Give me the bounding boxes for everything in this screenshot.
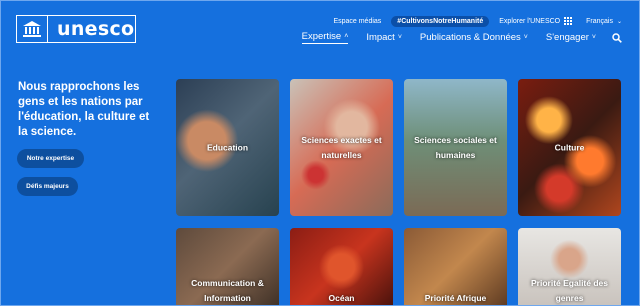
card-africa[interactable]: Priorité Afrique [404, 228, 507, 306]
language-selector[interactable]: Français ⌄ [586, 18, 622, 25]
explore-link[interactable]: Explorer l'UNESCO [499, 17, 573, 25]
card-label: Océan [328, 293, 355, 303]
our-expertise-button[interactable]: Notre expertise [17, 149, 84, 168]
card-label: Sciences exactes et naturelles [301, 134, 382, 160]
chevron-down-icon: ˅ [397, 34, 402, 41]
chevron-down-icon: ⌄ [616, 18, 622, 25]
nav-publications[interactable]: Publications & Données ˅ [420, 32, 528, 43]
major-challenges-button[interactable]: Défis majeurs [17, 177, 78, 196]
explore-label: Explorer l'UNESCO [499, 17, 561, 25]
card-ocean[interactable]: Océan [290, 228, 393, 306]
nav-engage-label: S'engager [545, 32, 589, 43]
nav-expertise[interactable]: Expertise ˄ [301, 31, 349, 44]
card-communication[interactable]: Communication & Information [176, 228, 279, 306]
card-label: Communication & Information [191, 278, 264, 303]
card-label: Priorité Egalité des genres [531, 278, 608, 303]
card-label: Priorité Afrique [424, 293, 487, 303]
card-gender-equality[interactable]: Priorité Egalité des genres [518, 228, 621, 306]
card-label: Education [206, 142, 249, 152]
card-label: Sciences sociales et humaines [414, 134, 497, 160]
nav-engage[interactable]: S'engager ˅ [546, 32, 596, 43]
apps-grid-icon [564, 17, 573, 25]
logo-text: unesco [57, 18, 135, 40]
utility-bar: Espace médias #CultivonsNotreHumanité Ex… [333, 14, 640, 28]
card-social-sciences[interactable]: Sciences sociales et humaines [404, 79, 507, 216]
nav-expertise-label: Expertise [301, 31, 342, 42]
chevron-down-icon: ˅ [591, 34, 596, 41]
card-culture[interactable]: Culture [518, 79, 621, 216]
search-icon[interactable] [612, 32, 622, 43]
card-education[interactable]: Education [176, 79, 279, 216]
temple-icon [17, 16, 48, 42]
nav-publications-label: Publications & Données [419, 32, 521, 43]
hashtag-badge[interactable]: #CultivonsNotreHumanité [391, 15, 490, 27]
card-natural-sciences[interactable]: Sciences exactes et naturelles [290, 79, 393, 216]
main-nav: Expertise ˄ Impact ˅ Publications & Donn… [284, 31, 622, 44]
chevron-down-icon: ˅ [523, 34, 528, 41]
chevron-up-icon: ˄ [344, 33, 349, 40]
unesco-logo[interactable]: unesco [16, 15, 136, 43]
language-label: Français [586, 17, 613, 25]
card-label: Culture [554, 142, 585, 152]
page: unesco Espace médias #CultivonsNotreHuma… [0, 0, 640, 306]
media-link[interactable]: Espace médias [333, 18, 381, 25]
nav-impact-label: Impact [366, 32, 395, 43]
nav-impact[interactable]: Impact ˅ [366, 32, 402, 43]
hero-title: Nous rapprochons les gens et les nations… [18, 81, 150, 138]
